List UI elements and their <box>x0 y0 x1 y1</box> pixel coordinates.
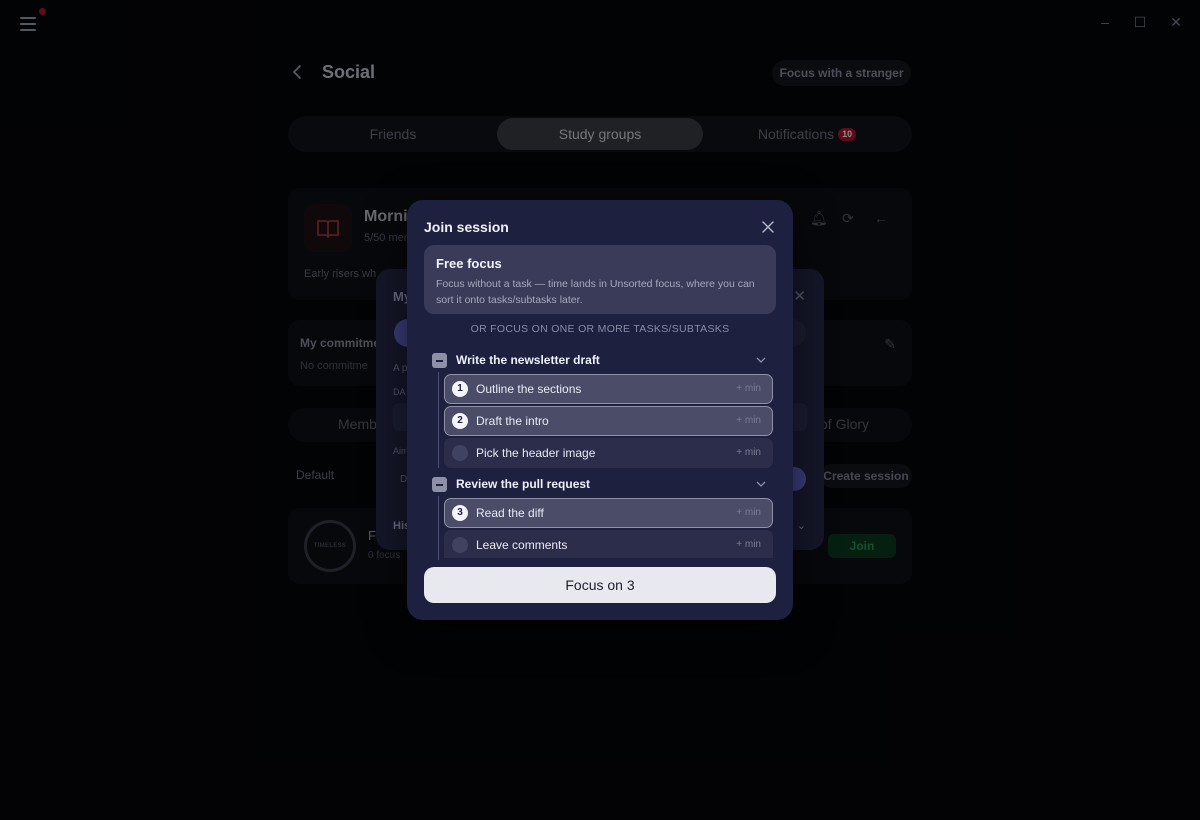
free-focus-option[interactable]: Free focus Focus without a task — time l… <box>424 245 776 314</box>
subtask-label: Pick the header image <box>476 446 596 460</box>
subtask-select-circle[interactable] <box>452 537 468 553</box>
subtask-item[interactable]: Pick the header image + min <box>444 438 773 468</box>
subtask-label: Leave comments <box>476 538 568 552</box>
background-modal-text: A p <box>393 363 408 374</box>
chevron-down-icon[interactable] <box>755 354 767 366</box>
modal-title: Join session <box>424 219 509 235</box>
or-separator-label: OR FOCUS ON ONE OR MORE TASKS/SUBTASKS <box>470 323 730 335</box>
task-partial-checkbox[interactable] <box>432 477 447 492</box>
subtask-select-circle[interactable] <box>452 445 468 461</box>
background-modal-label: DA <box>393 387 406 397</box>
task-partial-checkbox[interactable] <box>432 353 447 368</box>
add-minutes-button[interactable]: + min <box>736 383 761 394</box>
free-focus-description: Focus without a task — time lands in Uns… <box>436 278 755 306</box>
join-session-modal: Join session Free focus Focus without a … <box>407 200 793 620</box>
add-minutes-button[interactable]: + min <box>736 507 761 518</box>
subtask-label: Read the diff <box>476 506 544 520</box>
subtask-label: Draft the intro <box>476 414 549 428</box>
tree-line <box>438 496 439 560</box>
subtask-label: Outline the sections <box>476 382 582 396</box>
subtask-order-badge: 2 <box>452 413 468 429</box>
add-minutes-button[interactable]: + min <box>736 415 761 426</box>
add-minutes-button[interactable]: + min <box>736 539 761 550</box>
chevron-down-icon[interactable] <box>755 478 767 490</box>
task-header[interactable]: Write the newsletter draft <box>432 351 767 371</box>
subtask-order-badge: 1 <box>452 381 468 397</box>
background-modal-close-icon[interactable]: ✕ <box>793 287 806 305</box>
subtask-item[interactable]: 2 Draft the intro + min <box>444 406 773 436</box>
subtask-item[interactable]: 3 Read the diff + min <box>444 498 773 528</box>
task-title: Review the pull request <box>456 477 591 491</box>
free-focus-title: Free focus <box>436 256 502 271</box>
subtask-item[interactable]: Leave comments + min <box>444 530 773 558</box>
close-icon[interactable] <box>761 220 775 234</box>
add-minutes-button[interactable]: + min <box>736 447 761 458</box>
chevron-down-icon[interactable]: ⌄ <box>797 519 806 532</box>
task-title: Write the newsletter draft <box>456 353 600 367</box>
tree-line <box>438 372 439 468</box>
focus-button[interactable]: Focus on 3 <box>424 567 776 603</box>
subtask-item[interactable]: 1 Outline the sections + min <box>444 374 773 404</box>
subtask-order-badge: 3 <box>452 505 468 521</box>
task-header[interactable]: Review the pull request <box>432 475 767 495</box>
